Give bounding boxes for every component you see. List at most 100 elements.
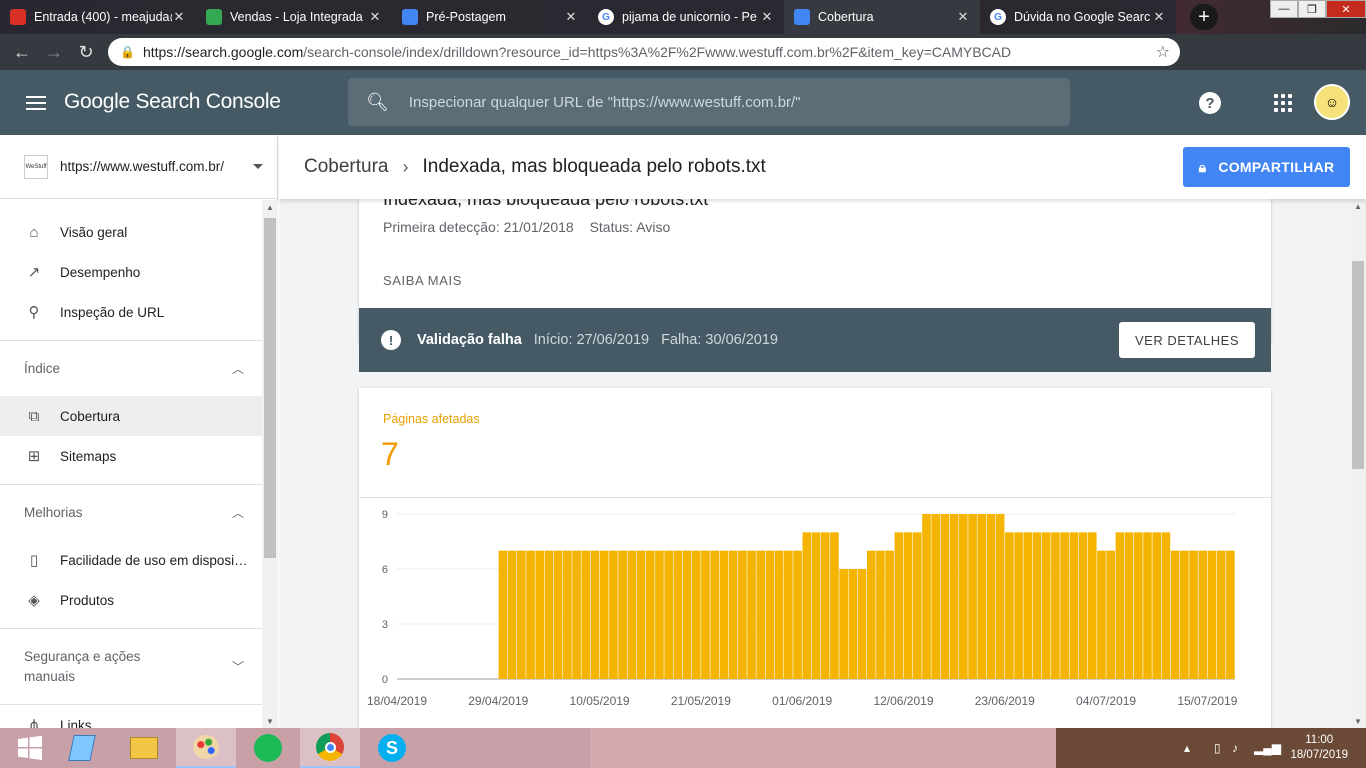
sidebar-item-sitemaps[interactable]: ⊞ Sitemaps xyxy=(0,436,262,476)
chart-bar[interactable] xyxy=(1097,550,1106,679)
chart-bar[interactable] xyxy=(876,550,885,679)
url-inspection-input[interactable] xyxy=(408,93,1029,111)
chart-bar[interactable] xyxy=(1226,550,1235,679)
chart-bar[interactable] xyxy=(1014,532,1023,679)
browser-tab[interactable]: G Dúvida no Google Searc ✕ xyxy=(980,0,1176,34)
chart-bar[interactable] xyxy=(507,550,517,679)
chart-bar[interactable] xyxy=(968,514,977,679)
chart-bar[interactable] xyxy=(894,532,904,679)
chart-bar[interactable] xyxy=(645,550,655,679)
chart-bar[interactable] xyxy=(949,514,959,679)
chart-bar[interactable] xyxy=(1041,532,1051,679)
chart-bar[interactable] xyxy=(498,550,508,679)
reload-icon[interactable]: ↻ xyxy=(70,36,102,68)
chart-bar[interactable] xyxy=(1078,532,1088,679)
chart-bar[interactable] xyxy=(1051,532,1060,679)
close-tab-icon[interactable]: ✕ xyxy=(1152,9,1166,25)
chart-bar[interactable] xyxy=(774,550,784,679)
chart-bar[interactable] xyxy=(590,550,600,679)
section-indice[interactable]: Índice ︿ xyxy=(0,340,262,396)
windows-start-icon[interactable] xyxy=(0,728,60,768)
chart-bar[interactable] xyxy=(719,550,729,679)
close-window-button[interactable]: ✕ xyxy=(1326,0,1366,18)
chart-bar[interactable] xyxy=(1216,550,1226,679)
close-tab-icon[interactable]: ✕ xyxy=(172,9,186,25)
chart-bar[interactable] xyxy=(1115,532,1125,679)
url-inspection-search[interactable]: 🔍︎ xyxy=(348,78,1070,126)
chart-bar[interactable] xyxy=(793,550,802,679)
section-melhorias[interactable]: Melhorias ︿ xyxy=(0,484,262,540)
chart-bar[interactable] xyxy=(517,550,526,679)
address-bar[interactable]: 🔒 https://search.google.com/search-conso… xyxy=(108,38,1180,66)
sidebar-scroll-thumb[interactable] xyxy=(264,218,276,558)
back-icon[interactable]: ← xyxy=(6,36,38,68)
apps-grid-icon[interactable] xyxy=(1274,94,1292,112)
chart-bar[interactable] xyxy=(738,550,747,679)
chart-bar[interactable] xyxy=(526,550,535,679)
chart-bar[interactable] xyxy=(572,550,581,679)
chart-bar[interactable] xyxy=(857,569,867,679)
chart-bar[interactable] xyxy=(903,532,913,679)
chart-bar[interactable] xyxy=(839,569,848,679)
chart-bar[interactable] xyxy=(618,550,627,679)
chart-bar[interactable] xyxy=(830,532,839,679)
sidebar-item-desempenho[interactable]: ↗ Desempenho xyxy=(0,252,262,292)
chart-bar[interactable] xyxy=(912,532,922,679)
chart-bar[interactable] xyxy=(1180,550,1189,679)
chart-bar[interactable] xyxy=(1032,532,1042,679)
chart-bar[interactable] xyxy=(609,550,618,679)
restore-button[interactable]: ❐ xyxy=(1298,0,1326,18)
chart-bar[interactable] xyxy=(1060,532,1069,679)
scroll-up-arrow-icon[interactable]: ▲ xyxy=(1350,199,1366,213)
bookmark-star-icon[interactable]: ☆ xyxy=(1156,42,1170,62)
scroll-up-arrow-icon[interactable]: ▲ xyxy=(262,200,278,214)
chart-bar[interactable] xyxy=(820,532,830,679)
chart-bar[interactable] xyxy=(544,550,554,679)
chart-bar[interactable] xyxy=(802,532,812,679)
chart-bar[interactable] xyxy=(959,514,968,679)
chart-bar[interactable] xyxy=(1170,550,1180,679)
chart-bar[interactable] xyxy=(1207,550,1217,679)
chart-bar[interactable] xyxy=(664,550,673,679)
chart-bar[interactable] xyxy=(655,550,664,679)
chart-bar[interactable] xyxy=(1189,550,1198,679)
chart-bar[interactable] xyxy=(563,550,572,679)
skype-icon[interactable]: S xyxy=(362,728,422,768)
chart-bar[interactable] xyxy=(535,550,545,679)
chart-bar[interactable] xyxy=(1087,532,1097,679)
chart-bar[interactable] xyxy=(581,550,591,679)
close-tab-icon[interactable]: ✕ xyxy=(760,9,774,25)
chart-bar[interactable] xyxy=(940,514,950,679)
menu-icon[interactable] xyxy=(26,96,46,110)
see-details-button[interactable]: VER DETALHES xyxy=(1119,322,1255,358)
chart-bar[interactable] xyxy=(765,550,775,679)
breadcrumb-parent[interactable]: Cobertura xyxy=(304,156,389,178)
chart-bar[interactable] xyxy=(1161,532,1171,679)
chart-bar[interactable] xyxy=(1152,532,1162,679)
browser-tab[interactable]: Gpijama de unicornio - Pe ✕ xyxy=(588,0,784,34)
chart-bar[interactable] xyxy=(756,550,766,679)
close-tab-icon[interactable]: ✕ xyxy=(564,9,578,25)
chart-bar[interactable] xyxy=(691,550,701,679)
share-button[interactable]: 🔒︎ COMPARTILHAR xyxy=(1183,147,1350,187)
notepad-icon[interactable] xyxy=(52,728,112,768)
file-explorer-icon[interactable] xyxy=(114,728,174,768)
chart-bar[interactable] xyxy=(931,514,941,679)
chart-bar[interactable] xyxy=(1124,532,1134,679)
forward-icon[interactable]: → xyxy=(38,36,70,68)
chart-bar[interactable] xyxy=(1069,532,1079,679)
chart-bar[interactable] xyxy=(728,550,738,679)
avatar[interactable]: ☺ xyxy=(1314,84,1350,120)
chart-bar[interactable] xyxy=(885,550,894,679)
sidebar-item-visao[interactable]: ⌂ Visão geral xyxy=(0,212,262,252)
battery-icon[interactable]: ▯ xyxy=(1214,741,1221,755)
network-icon[interactable]: ▂▄▆ xyxy=(1254,741,1281,755)
chart-bar[interactable] xyxy=(636,550,646,679)
sidebar-scrollbar[interactable]: ▲ ▼ xyxy=(262,200,278,728)
section-seguranca[interactable]: Segurança e ações manuais ﹀ xyxy=(0,628,262,704)
chart-bar[interactable] xyxy=(995,514,1005,679)
chart-bar[interactable] xyxy=(627,550,637,679)
sidebar-item-cobertura[interactable]: ⧉ Cobertura xyxy=(0,396,262,436)
main-scroll-thumb[interactable] xyxy=(1352,261,1364,469)
browser-tab[interactable]: Entrada (400) - meajuda@ ✕ xyxy=(0,0,196,34)
